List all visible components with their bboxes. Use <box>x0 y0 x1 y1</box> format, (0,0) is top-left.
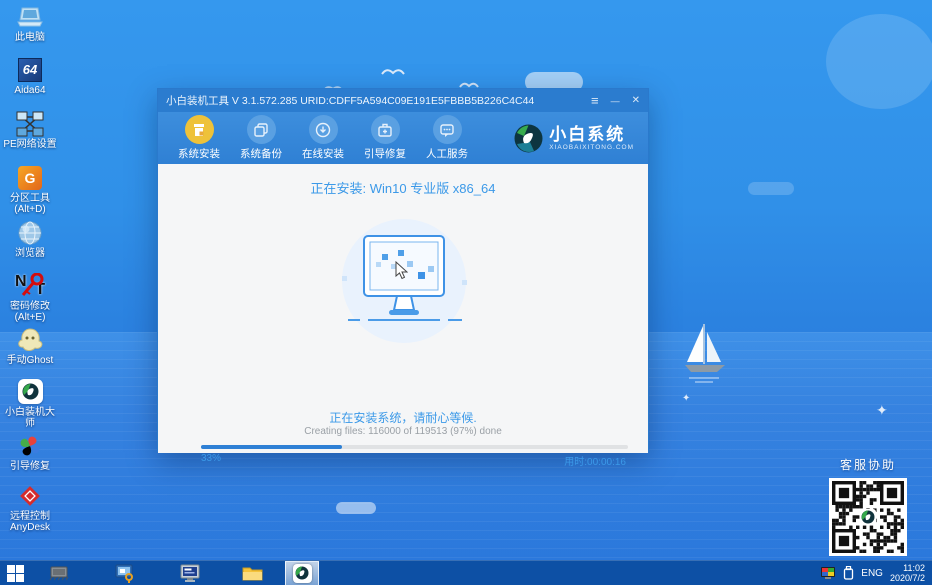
desktop-icon-partition-tool[interactable]: G 分区工具 (Alt+D) <box>1 164 59 215</box>
window-toolbar: 系统安装 系统备份 在线安装 引导修复 <box>158 112 648 164</box>
folder-icon <box>242 565 263 582</box>
xiaobai-taskbar-icon <box>295 566 309 580</box>
language-indicator[interactable]: ENG <box>861 568 883 579</box>
sparkle: ✦ <box>682 393 690 404</box>
clock-time: 11:02 <box>890 563 925 573</box>
desktop-icon-sublabel: 师 <box>1 418 59 429</box>
cloud <box>748 182 794 195</box>
brand-title: 小白系统 <box>549 126 634 144</box>
taskbar-clock[interactable]: 11:02 2020/7/2 <box>890 563 928 583</box>
desktop-icon-label: 引导修复 <box>1 461 59 472</box>
system-tray: ENG 11:02 2020/7/2 <box>821 563 932 583</box>
taskbar-item-cmd[interactable] <box>175 561 205 585</box>
anydesk-icon <box>1 482 59 509</box>
desktop-icon-label: Aida64 <box>1 85 59 96</box>
monitor-illustration <box>334 230 474 334</box>
desktop-icon-aida64[interactable]: 64 Aida64 <box>1 56 59 96</box>
cloud <box>826 14 932 109</box>
nav-online-install[interactable]: 在线安装 <box>292 115 354 161</box>
taskbar-item-explorer[interactable] <box>237 561 267 585</box>
cmd-monitor-icon <box>180 564 200 583</box>
hardware-eject-icon[interactable] <box>843 566 854 580</box>
chip-icon <box>48 565 70 581</box>
install-icon <box>185 115 214 144</box>
desktop-icon-sublabel: AnyDesk <box>1 522 59 533</box>
desktop-icon-label: 手动Ghost <box>1 355 59 366</box>
desktop-icon-password-reset[interactable]: N T 密码修改 (Alt+E) <box>1 272 59 323</box>
desktop-icon-manual-ghost[interactable]: 手动Ghost <box>1 326 59 366</box>
desktop-icon-label: 小白装机大 <box>1 407 59 418</box>
desktop-icon-anydesk[interactable]: 远程控制 AnyDesk <box>1 482 59 533</box>
sparkle: ✦ <box>876 402 888 419</box>
desktop-icon-label: 密码修改 <box>1 301 59 312</box>
xiaobai-logo-icon <box>514 124 543 153</box>
backup-icon <box>247 115 276 144</box>
diskgenius-icon: G <box>1 164 59 191</box>
installer-window: 小白装机工具 V 3.1.572.285 URID:CDFF5A594C09E1… <box>157 88 649 452</box>
desktop-icon-boot-repair[interactable]: 引导修复 <box>1 432 59 472</box>
window-content: 正在安装: Win10 专业版 x86_64 <box>158 164 648 453</box>
taskbar: ENG 11:02 2020/7/2 <box>0 560 932 585</box>
brand: 小白系统 XIAOBAIXITONG.COM <box>514 124 638 153</box>
toolbox-icon <box>371 115 400 144</box>
progress-percent: 33% <box>201 453 221 464</box>
nav-system-install[interactable]: 系统安装 <box>168 115 230 161</box>
desktop-icon-pe-network[interactable]: PE网络设置 <box>1 110 59 150</box>
sailboat <box>683 322 729 386</box>
brand-subtitle: XIAOBAIXITONG.COM <box>549 144 634 151</box>
aida64-icon: 64 <box>1 56 59 83</box>
close-icon[interactable]: ✕ <box>632 95 640 107</box>
desktop-icon-sublabel: (Alt+D) <box>1 204 59 215</box>
ghost-icon <box>1 326 59 353</box>
taskbar-item-aida64[interactable] <box>44 561 74 585</box>
pinwheel-icon <box>1 432 59 459</box>
progress-bar <box>201 445 628 449</box>
windows-logo-icon <box>7 565 24 582</box>
nav-human-service[interactable]: 人工服务 <box>416 115 478 161</box>
status-detail: Creating files: 116000 of 119513 (97%) d… <box>158 426 648 437</box>
nav-system-backup[interactable]: 系统备份 <box>230 115 292 161</box>
desktop-icon-sublabel: (Alt+E) <box>1 312 59 323</box>
download-icon <box>309 115 338 144</box>
bird-icon <box>380 64 406 78</box>
desktop-icon-this-pc[interactable]: 此电脑 <box>1 3 59 43</box>
xiaobai-app-icon <box>1 378 59 405</box>
desktop-icon-label: 远程控制 <box>1 511 59 522</box>
chat-icon <box>433 115 462 144</box>
window-titlebar[interactable]: 小白装机工具 V 3.1.572.285 URID:CDFF5A594C09E1… <box>158 89 648 112</box>
desktop-icon-browser[interactable]: 浏览器 <box>1 219 59 259</box>
progress-fill <box>201 445 342 449</box>
this-pc-icon <box>1 3 59 30</box>
minimize-icon[interactable]: — <box>611 95 620 107</box>
network-tool-icon <box>115 564 135 583</box>
desktop-icon-label: 分区工具 <box>1 193 59 204</box>
qr-title: 客服协助 <box>826 456 910 473</box>
nt-password-icon: N T <box>1 272 59 299</box>
desktop-icon-label: 此电脑 <box>1 32 59 43</box>
taskbar-item-network[interactable] <box>110 561 140 585</box>
status-message: 正在安装系统，请耐心等候. <box>158 409 648 426</box>
window-title: 小白装机工具 V 3.1.572.285 URID:CDFF5A594C09E1… <box>166 93 591 108</box>
qr-code <box>829 478 907 556</box>
nav-boot-repair[interactable]: 引导修复 <box>354 115 416 161</box>
desktop-icon-xiaobai-master[interactable]: 小白装机大 师 <box>1 378 59 429</box>
cloud <box>336 502 376 514</box>
qr-panel: 客服协助 <box>826 456 910 556</box>
clock-date: 2020/7/2 <box>890 573 925 583</box>
start-button[interactable] <box>0 561 30 585</box>
desktop-icon-label: 浏览器 <box>1 248 59 259</box>
display-settings-icon[interactable] <box>821 567 836 580</box>
installing-title: 正在安装: Win10 专业版 x86_64 <box>158 178 648 197</box>
browser-globe-icon <box>1 219 59 246</box>
desktop-icon-label: PE网络设置 <box>1 139 59 150</box>
network-settings-icon <box>1 110 59 137</box>
desktop: ✦ ✦ 此电脑 64 Aida64 PE网络设置 G <box>0 0 932 585</box>
mouse-cursor <box>395 261 408 280</box>
taskbar-item-xiaobai-active[interactable] <box>285 561 319 585</box>
elapsed-time: 用时:00:00:16 <box>564 453 626 468</box>
menu-icon[interactable]: ≡ <box>591 95 599 107</box>
